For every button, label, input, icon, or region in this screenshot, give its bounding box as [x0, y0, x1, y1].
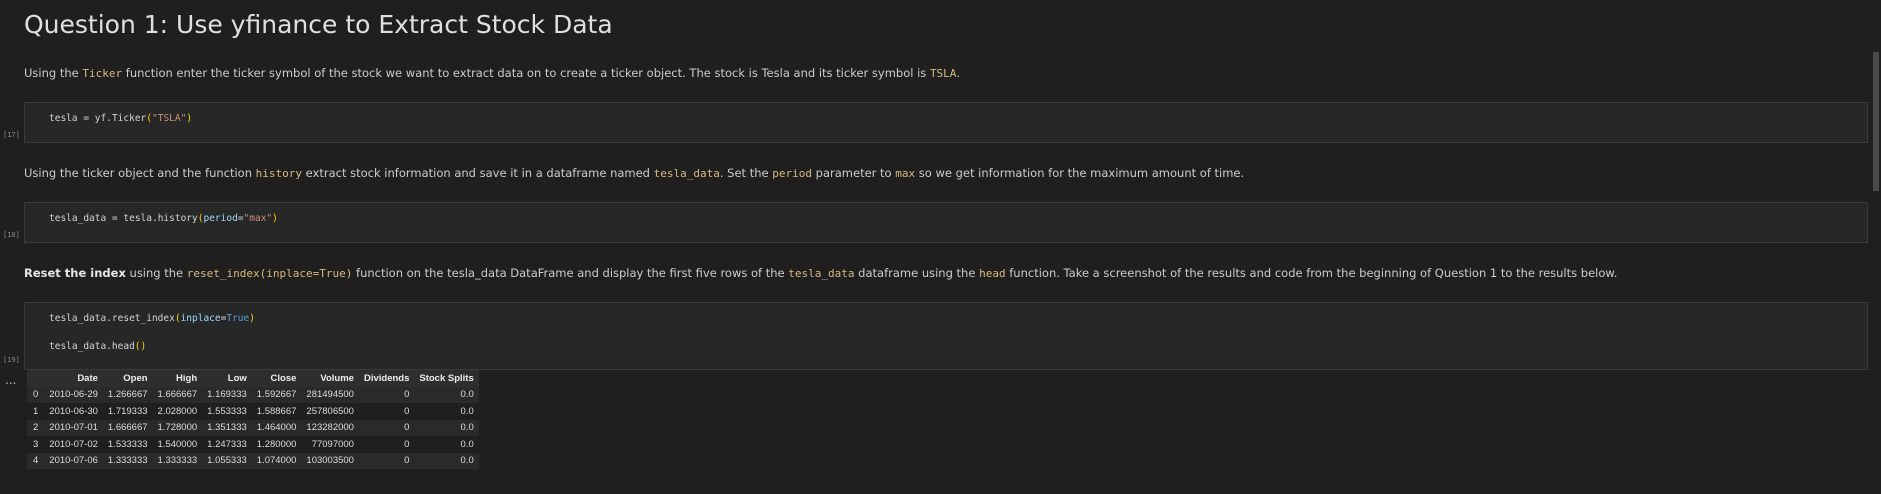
- table-cell: 281494500: [306, 389, 354, 401]
- table-cell: 2010-06-29: [49, 389, 98, 401]
- markdown-paragraph-reset-index: Reset the index using the reset_index(in…: [24, 266, 1618, 280]
- code-cell-19[interactable]: tesla_data.reset_index(inplace=True) tes…: [24, 302, 1868, 370]
- inline-code: reset_index(inplace=True): [186, 267, 353, 280]
- table-cell: 1.280000: [256, 438, 297, 450]
- inline-code: period: [772, 167, 813, 180]
- output-ellipsis-icon[interactable]: ...: [5, 373, 16, 387]
- row-index: 3: [33, 438, 39, 450]
- table-cell: 0.0: [460, 389, 474, 401]
- table-cell: 0: [404, 389, 410, 401]
- markdown-paragraph-ticker: Using the Ticker function enter the tick…: [24, 66, 961, 80]
- dataframe-output-table: Date Open High Low Close Volume Dividend…: [27, 370, 479, 469]
- column-header: Open: [123, 372, 148, 384]
- table-cell: 1.592667: [256, 389, 297, 401]
- table-cell: 1.247333: [207, 438, 247, 450]
- table-cell: 0.0: [460, 405, 474, 417]
- table-cell: 1.351333: [207, 422, 247, 434]
- table-cell: 1.055333: [207, 455, 247, 467]
- table-cell: 257806500: [306, 405, 354, 417]
- code-line[interactable]: tesla = yf.Ticker("TSLA"): [49, 113, 192, 124]
- table-cell: 1.074000: [256, 455, 297, 467]
- table-cell: 1.540000: [157, 438, 198, 450]
- table-cell: 1.588667: [256, 405, 297, 417]
- table-cell: 1.666667: [157, 389, 198, 401]
- inline-code: TSLA: [929, 67, 957, 80]
- table-cell: 123282000: [306, 422, 354, 434]
- row-index: 1: [33, 405, 39, 417]
- row-index: 4: [33, 455, 39, 467]
- vertical-scrollbar[interactable]: [1871, 0, 1881, 494]
- column-header: Dividends: [363, 372, 410, 384]
- table-cell: 0.0: [460, 422, 474, 434]
- table-cell: 1.553333: [207, 405, 247, 417]
- table-cell: 0: [404, 405, 410, 417]
- table-cell: 0.0: [460, 455, 474, 467]
- row-index: 2: [33, 422, 39, 434]
- execution-count: [19]: [3, 356, 20, 364]
- code-line[interactable]: tesla_data.head(): [49, 341, 146, 352]
- table-cell: 0: [404, 422, 410, 434]
- column-header: High: [176, 372, 198, 384]
- table-cell: 2010-07-01: [49, 422, 98, 434]
- execution-count: [17]: [3, 131, 20, 139]
- table-cell: 1.728000: [157, 422, 198, 434]
- column-header: Date: [77, 372, 98, 384]
- table-header-row: Date Open High Low Close Volume Dividend…: [27, 370, 479, 387]
- table-cell: 1.266667: [107, 389, 148, 401]
- table-cell: 77097000: [311, 438, 354, 450]
- inline-code: max: [895, 167, 916, 180]
- table-cell: 1.666667: [107, 422, 148, 434]
- table-cell: 1.333333: [107, 455, 148, 467]
- table-cell: 1.533333: [107, 438, 148, 450]
- code-cell-18[interactable]: tesla_data = tesla.history(period="max"): [24, 202, 1868, 243]
- markdown-paragraph-history: Using the ticker object and the function…: [24, 166, 1245, 180]
- table-cell: 2010-06-30: [49, 405, 98, 417]
- table-cell: 1.169333: [207, 389, 247, 401]
- table-cell: 2010-07-02: [49, 438, 98, 450]
- column-header: Low: [227, 372, 247, 384]
- column-header: Stock Splits: [419, 372, 474, 384]
- column-header: Volume: [320, 372, 354, 384]
- scrollbar-thumb[interactable]: [1873, 52, 1879, 191]
- table-cell: 0: [404, 438, 410, 450]
- table-cell: 0.0: [460, 438, 474, 450]
- inline-code: tesla_data: [653, 167, 720, 180]
- inline-code: tesla_data: [788, 267, 855, 280]
- table-cell: 1.333333: [157, 455, 198, 467]
- table-row: 3 2010-07-02 1.533333 1.540000 1.247333 …: [27, 436, 479, 453]
- table-cell: 103003500: [306, 455, 354, 467]
- table-row: 0 2010-06-29 1.266667 1.666667 1.169333 …: [27, 386, 479, 403]
- table-cell: 1.464000: [256, 422, 297, 434]
- code-cell-17[interactable]: tesla = yf.Ticker("TSLA"): [24, 102, 1868, 143]
- section-heading: Question 1: Use yfinance to Extract Stoc…: [24, 10, 613, 39]
- table-row: 4 2010-07-06 1.333333 1.333333 1.055333 …: [27, 452, 479, 469]
- table-row: 2 2010-07-01 1.666667 1.728000 1.351333 …: [27, 419, 479, 436]
- inline-code: head: [979, 267, 1006, 280]
- column-header: [27, 370, 44, 387]
- column-header: Close: [270, 372, 297, 384]
- table-cell: 0: [404, 455, 410, 467]
- execution-count: [18]: [3, 231, 20, 239]
- inline-code: history: [255, 167, 303, 180]
- code-line[interactable]: tesla_data = tesla.history(period="max"): [49, 213, 278, 224]
- code-line[interactable]: tesla_data.reset_index(inplace=True): [49, 313, 255, 324]
- table-cell: 2.028000: [157, 405, 198, 417]
- table-row: 1 2010-06-30 1.719333 2.028000 1.553333 …: [27, 403, 479, 420]
- inline-code: Ticker: [82, 67, 123, 80]
- row-index: 0: [33, 389, 39, 401]
- table-cell: 2010-07-06: [49, 455, 98, 467]
- table-cell: 1.719333: [107, 405, 148, 417]
